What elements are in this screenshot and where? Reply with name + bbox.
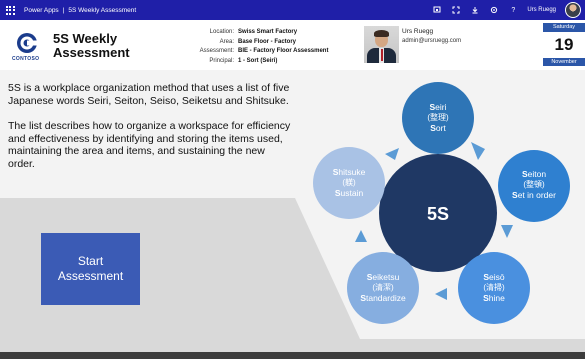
arrow-1-icon [471, 142, 485, 160]
step-4-en-rest: tandardize [366, 293, 406, 303]
appbar-user-name[interactable]: Urs Ruegg [527, 7, 556, 13]
screen-name: 5S Weekly Assessment [68, 6, 137, 14]
user-name: Urs Ruegg [402, 28, 434, 35]
user-photo [364, 26, 399, 63]
svg-text:Set in order: Set in order [512, 190, 556, 200]
arrow-2-icon [501, 225, 513, 238]
settings-icon[interactable] [489, 5, 499, 15]
center-label: 5S [427, 204, 449, 224]
svg-text:Seisō: Seisō [483, 272, 505, 282]
step-3-japanese: (清掃) [483, 282, 505, 292]
app-name[interactable]: Power Apps [24, 7, 59, 14]
arrow-4-icon [355, 230, 367, 242]
download-icon[interactable] [470, 5, 480, 15]
step-seiketsu: Seiketsu (清潔) Standardize [347, 252, 419, 324]
avatar[interactable] [565, 2, 581, 18]
bottom-bar [0, 352, 585, 359]
step-4-rest: eiketsu [372, 272, 399, 282]
step-5-rest: hitsuke [338, 167, 365, 177]
intro-paragraph-1: 5S is a workplace organization method th… [8, 82, 290, 107]
step-seiso: Seisō (清掃) Shine [458, 252, 530, 324]
app-bar: Power Apps | 5S Weekly Assessment ? Urs … [0, 0, 585, 20]
start-button-line-2: Assessment [57, 269, 124, 283]
svg-text:Shine: Shine [483, 293, 505, 303]
date-weekday: Saturday [543, 23, 585, 32]
principal-value: 1 - Sort (Seiri) [238, 57, 278, 64]
start-button-line-1: Start [77, 254, 104, 268]
step-3-rest: eisō [489, 272, 505, 282]
user-email: admin@ursruegg.com [402, 38, 462, 44]
intro-text: 5S is a workplace organization method th… [8, 82, 293, 183]
contoso-logo-icon [17, 33, 38, 53]
svg-text:Seiri: Seiri [429, 102, 446, 112]
intro-paragraph-2: The list describes how to organize a wor… [8, 120, 291, 170]
date-day: 19 [554, 35, 574, 54]
step-5-en-rest: ustain [340, 188, 363, 198]
step-5-japanese: (躾) [342, 177, 356, 187]
breadcrumb-separator: | [62, 6, 65, 14]
arrow-3-icon [435, 288, 447, 300]
step-1-rest: eiri [435, 102, 446, 112]
step-2-japanese: (整頓) [523, 179, 545, 189]
step-2-en-rest: et in order [518, 190, 556, 200]
principal-label: Principal: [209, 57, 234, 64]
help-icon[interactable]: ? [508, 5, 518, 15]
start-assessment-button[interactable]: Start Assessment [41, 233, 140, 305]
location-value: Swiss Smart Factory [238, 29, 298, 35]
area-label: Area: [219, 38, 234, 45]
step-1-en-rest: ort [436, 123, 447, 133]
assessment-value: BIE - Factory Floor Assessment [238, 48, 329, 54]
expand-icon[interactable] [451, 5, 461, 15]
assessment-label: Assessment: [199, 48, 234, 54]
five-s-diagram: 5S Seiri (整理) Sort Seiton (整頓) Set in or… [295, 70, 585, 352]
svg-text:Sort: Sort [430, 123, 446, 133]
arrow-5-icon [385, 148, 399, 160]
step-2-rest: eiton [528, 169, 547, 179]
date-month: November [543, 58, 585, 66]
sync-icon[interactable] [432, 5, 442, 15]
svg-text:Shitsuke: Shitsuke [333, 167, 366, 177]
svg-text:Sustain: Sustain [335, 188, 364, 198]
waffle-icon[interactable] [0, 0, 20, 20]
svg-text:Standardize: Standardize [360, 293, 406, 303]
step-3-en-rest: hine [489, 293, 505, 303]
svg-text:Seiton: Seiton [522, 169, 546, 179]
step-seiton: Seiton (整頓) Set in order [498, 150, 570, 222]
date-card: Saturday 19 November [543, 23, 585, 68]
page-header: CONTOSO 5S Weekly Assessment Location: Sw… [0, 20, 585, 70]
assessment-meta: Location: Swiss Smart Factory Area: Base F… [188, 28, 329, 66]
step-4-japanese: (清潔) [372, 282, 394, 292]
page-title: 5S Weekly Assessment [53, 31, 130, 60]
logo-text: CONTOSO [12, 56, 40, 62]
step-1-japanese: (整理) [427, 112, 449, 122]
step-seiri: Seiri (整理) Sort [402, 82, 474, 154]
step-shitsuke: Shitsuke (躾) Sustain [313, 147, 385, 219]
svg-text:Seiketsu: Seiketsu [367, 272, 400, 282]
location-label: Location: [209, 29, 234, 35]
area-value: Base Floor - Factory [238, 38, 297, 45]
